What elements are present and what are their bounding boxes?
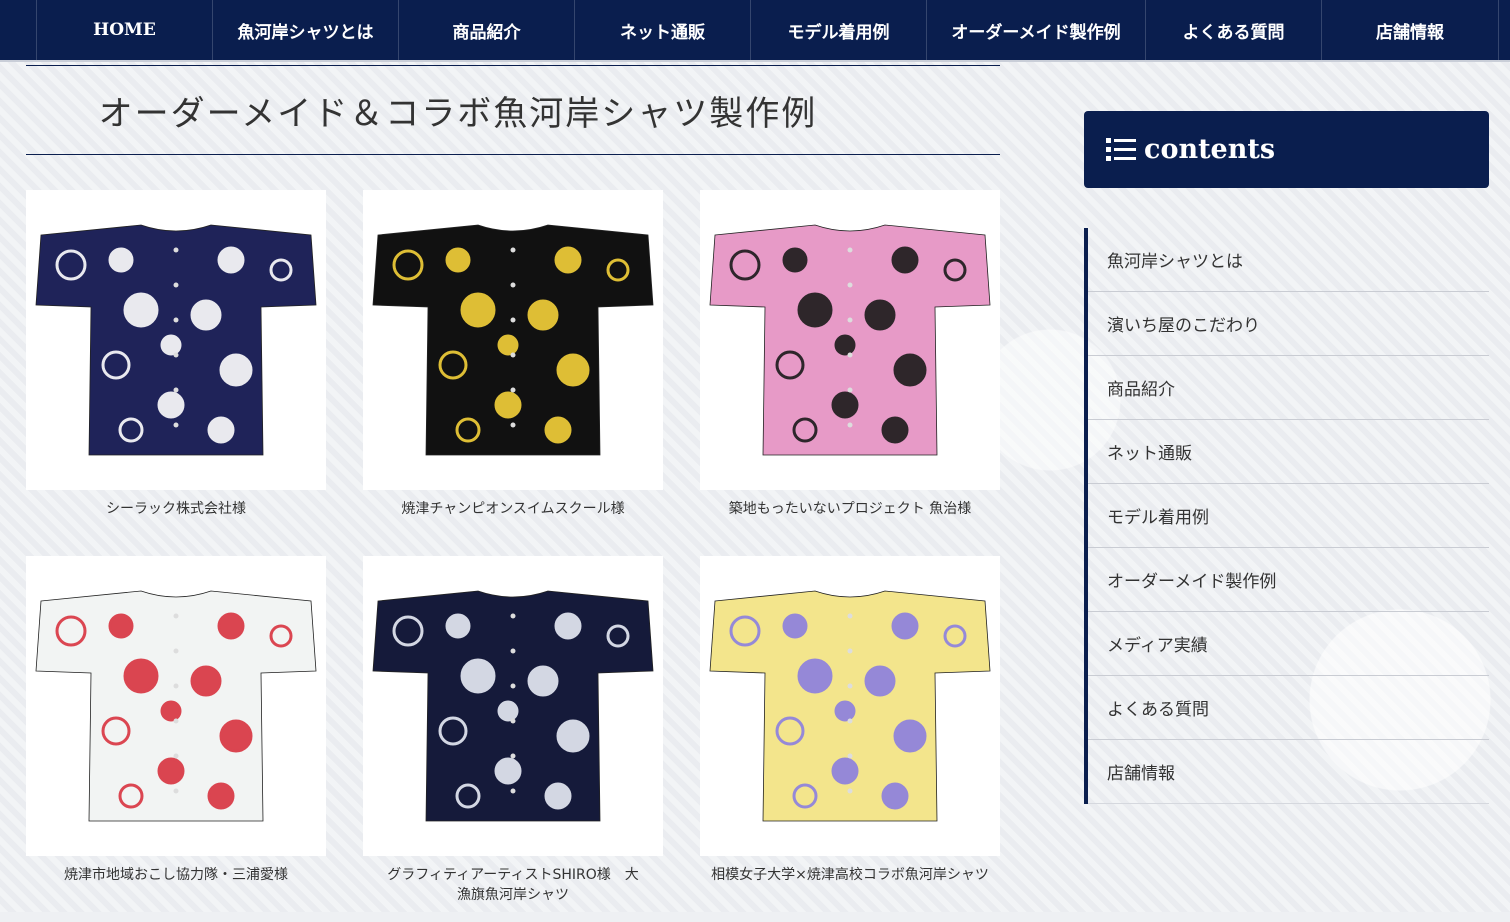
nav-item-store-info[interactable]: 店舗情報: [1322, 0, 1499, 60]
main-content: オーダーメイド＆コラボ魚河岸シャツ製作例 シーラック株式会社様 焼津チャンピオン…: [26, 65, 1000, 922]
product-card[interactable]: 焼津市地域おこし協力隊・三浦愛様: [26, 556, 326, 922]
product-caption: グラフィティアーティストSHIRO様 大漁旗魚河岸シャツ: [387, 867, 639, 903]
product-card[interactable]: グラフィティアーティストSHIRO様 大漁旗魚河岸シャツ: [363, 556, 663, 922]
product-caption: 相模女子大学×焼津高校コラボ魚河岸シャツ: [711, 867, 989, 883]
sidebar-item-media[interactable]: メディア実績: [1088, 612, 1489, 676]
list-icon: [1106, 137, 1136, 163]
product-grid: シーラック株式会社様 焼津チャンピオンスイムスクール様 築地もったいないプロジェ…: [26, 190, 1000, 922]
product-image[interactable]: [26, 556, 326, 856]
shirt-illustration: [35, 590, 317, 822]
sidebar-item-model-examples[interactable]: モデル着用例: [1088, 484, 1489, 548]
sidebar-item-products[interactable]: 商品紹介: [1088, 356, 1489, 420]
shirt-illustration: [372, 224, 654, 456]
sidebar-item-about-shirt[interactable]: 魚河岸シャツとは: [1088, 228, 1489, 292]
contents-title: contents: [1144, 134, 1276, 165]
product-image[interactable]: [363, 556, 663, 856]
product-card[interactable]: シーラック株式会社様: [26, 190, 326, 556]
product-image[interactable]: [363, 190, 663, 490]
product-card[interactable]: 焼津チャンピオンスイムスクール様: [363, 190, 663, 556]
nav-item-about-shirt[interactable]: 魚河岸シャツとは: [213, 0, 399, 60]
shirt-illustration: [372, 590, 654, 822]
sidebar: contents 魚河岸シャツとは 濱いち屋のこだわり 商品紹介 ネット通販 モ…: [1084, 111, 1489, 804]
nav-item-model-examples[interactable]: モデル着用例: [751, 0, 927, 60]
product-image[interactable]: [26, 190, 326, 490]
nav-item-products[interactable]: 商品紹介: [399, 0, 575, 60]
shirt-illustration: [709, 224, 991, 456]
nav-item-faq[interactable]: よくある質問: [1146, 0, 1322, 60]
product-card[interactable]: 相模女子大学×焼津高校コラボ魚河岸シャツ: [700, 556, 1000, 922]
sidebar-item-commitment[interactable]: 濱いち屋のこだわり: [1088, 292, 1489, 356]
nav-item-home[interactable]: HOME: [37, 0, 213, 60]
contents-header: contents: [1084, 111, 1489, 188]
title-bottom-rule: [26, 154, 1000, 155]
product-caption: 焼津市地域おこし協力隊・三浦愛様: [64, 867, 288, 883]
product-caption: シーラック株式会社様: [106, 501, 246, 517]
product-image[interactable]: [700, 556, 1000, 856]
product-caption: 焼津チャンピオンスイムスクール様: [401, 501, 625, 517]
page-title: オーダーメイド＆コラボ魚河岸シャツ製作例: [98, 93, 818, 134]
sidebar-menu: 魚河岸シャツとは 濱いち屋のこだわり 商品紹介 ネット通販 モデル着用例 オーダ…: [1084, 228, 1489, 804]
product-image[interactable]: [700, 190, 1000, 490]
main-navigation: HOME 魚河岸シャツとは 商品紹介 ネット通販 モデル着用例 オーダーメイド製…: [0, 0, 1510, 62]
shirt-illustration: [709, 590, 991, 822]
sidebar-item-custom-examples[interactable]: オーダーメイド製作例: [1088, 548, 1489, 612]
shirt-illustration: [35, 224, 317, 456]
sidebar-item-store-info[interactable]: 店舗情報: [1088, 740, 1489, 804]
nav-item-custom-examples[interactable]: オーダーメイド製作例: [927, 0, 1146, 60]
product-caption: 築地もったいないプロジェクト 魚治様: [728, 501, 972, 517]
product-card[interactable]: 築地もったいないプロジェクト 魚治様: [700, 190, 1000, 556]
sidebar-item-faq[interactable]: よくある質問: [1088, 676, 1489, 740]
sidebar-item-online-shop[interactable]: ネット通販: [1088, 420, 1489, 484]
nav-item-online-shop[interactable]: ネット通販: [575, 0, 751, 60]
